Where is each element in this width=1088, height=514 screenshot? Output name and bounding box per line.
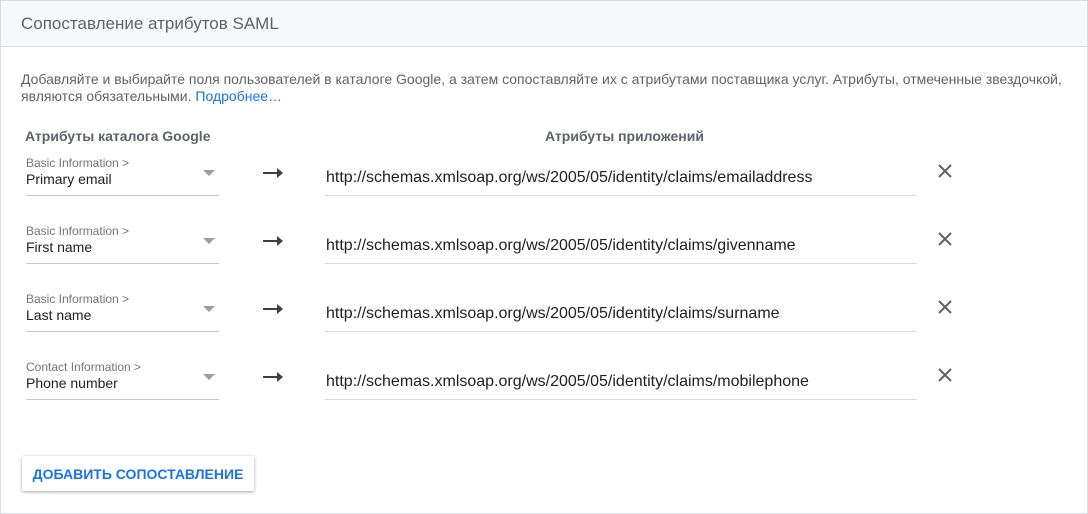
panel-title: Сопоставление атрибутов SAML bbox=[21, 14, 279, 33]
arrow-right-icon bbox=[263, 372, 283, 382]
google-attribute-select[interactable]: Contact Information > Phone number bbox=[26, 360, 219, 400]
google-attribute-select[interactable]: Basic Information > Last name bbox=[26, 292, 219, 332]
app-attribute-input[interactable]: http://schemas.xmlsoap.org/ws/2005/05/id… bbox=[325, 360, 917, 400]
arrow-right-icon bbox=[263, 168, 283, 178]
close-icon[interactable] bbox=[935, 365, 955, 385]
app-attribute-value: http://schemas.xmlsoap.org/ws/2005/05/id… bbox=[326, 373, 809, 390]
add-mapping-label: ДОБАВИТЬ СОПОСТАВЛЕНИЕ bbox=[32, 466, 244, 482]
arrow-right-icon bbox=[263, 236, 283, 246]
caret-down-icon bbox=[203, 238, 215, 244]
caret-down-icon bbox=[203, 374, 215, 380]
description: Добавляйте и выбирайте поля пользователе… bbox=[21, 71, 1083, 105]
mapping-row: Basic Information > Primary email http:/… bbox=[1, 156, 1087, 216]
attribute-field: Last name bbox=[26, 307, 92, 323]
attribute-category: Basic Information > bbox=[26, 292, 130, 306]
attribute-field: First name bbox=[26, 239, 93, 255]
add-mapping-button[interactable]: ДОБАВИТЬ СОПОСТАВЛЕНИЕ bbox=[22, 456, 254, 491]
panel-header: Сопоставление атрибутов SAML bbox=[1, 1, 1087, 47]
caret-down-icon bbox=[203, 306, 215, 312]
google-attribute-select[interactable]: Basic Information > First name bbox=[26, 224, 219, 264]
app-attribute-value: http://schemas.xmlsoap.org/ws/2005/05/id… bbox=[326, 169, 813, 186]
app-attribute-input[interactable]: http://schemas.xmlsoap.org/ws/2005/05/id… bbox=[325, 292, 917, 332]
app-attribute-value: http://schemas.xmlsoap.org/ws/2005/05/id… bbox=[326, 237, 796, 254]
attribute-field: Primary email bbox=[26, 171, 112, 187]
mapping-row: Contact Information > Phone number http:… bbox=[1, 360, 1087, 420]
app-attribute-input[interactable]: http://schemas.xmlsoap.org/ws/2005/05/id… bbox=[325, 156, 917, 196]
app-attribute-value: http://schemas.xmlsoap.org/ws/2005/05/id… bbox=[326, 305, 780, 322]
google-attributes-column-header: Атрибуты каталога Google bbox=[25, 128, 211, 144]
close-icon[interactable] bbox=[935, 229, 955, 249]
mapping-row: Basic Information > Last name http://sch… bbox=[1, 292, 1087, 352]
arrow-right-icon bbox=[263, 304, 283, 314]
learn-more-link[interactable]: Подробнее… bbox=[195, 88, 282, 104]
description-text: Добавляйте и выбирайте поля пользователе… bbox=[21, 71, 1062, 104]
caret-down-icon bbox=[203, 170, 215, 176]
close-icon[interactable] bbox=[935, 297, 955, 317]
attribute-category: Basic Information > bbox=[26, 224, 130, 238]
saml-attribute-mapping-panel: Сопоставление атрибутов SAML Добавляйте … bbox=[0, 0, 1088, 514]
close-icon[interactable] bbox=[935, 161, 955, 181]
attribute-category: Contact Information > bbox=[26, 360, 142, 374]
app-attribute-input[interactable]: http://schemas.xmlsoap.org/ws/2005/05/id… bbox=[325, 224, 917, 264]
google-attribute-select[interactable]: Basic Information > Primary email bbox=[26, 156, 219, 196]
attribute-category: Basic Information > bbox=[26, 156, 130, 170]
mapping-row: Basic Information > First name http://sc… bbox=[1, 224, 1087, 284]
app-attributes-column-header: Атрибуты приложений bbox=[545, 128, 704, 144]
attribute-field: Phone number bbox=[26, 375, 118, 391]
